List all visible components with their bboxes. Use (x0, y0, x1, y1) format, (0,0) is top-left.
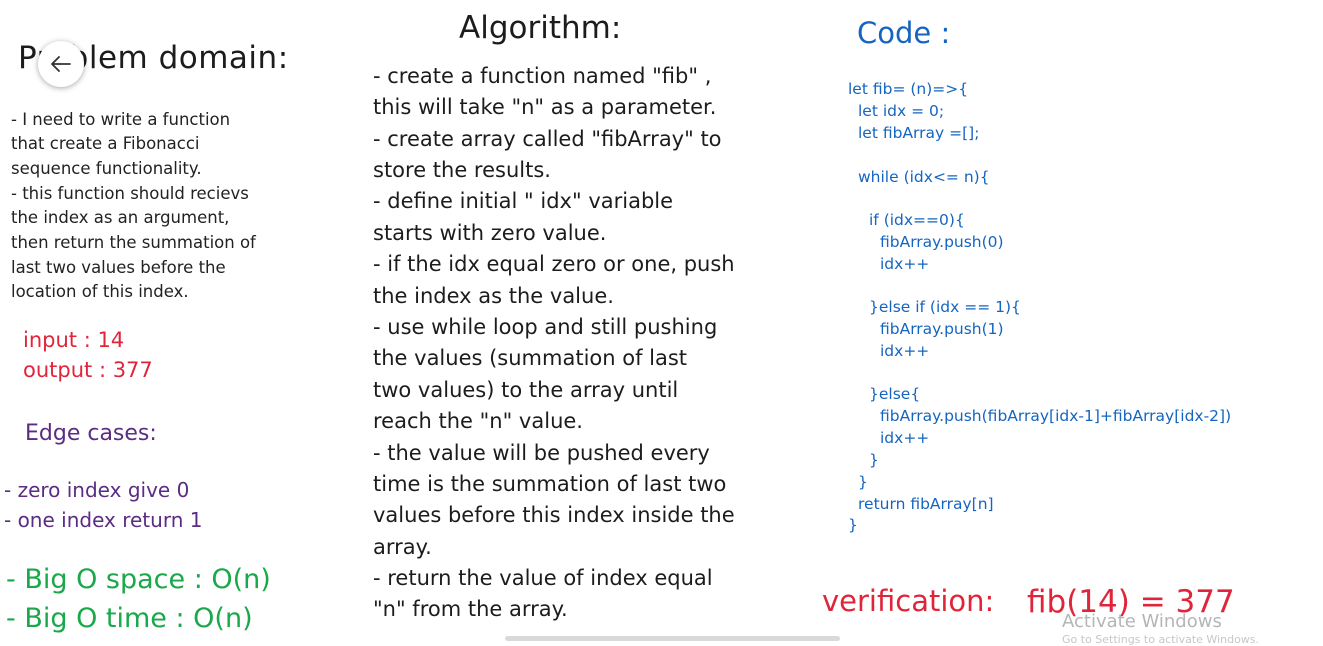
code-line: let fibArray =[]; (858, 124, 980, 142)
code-line: fibArray.push(1) (880, 320, 1004, 338)
problem-line: sequence functionality. (11, 159, 202, 178)
input-example: input : 14 (23, 328, 125, 352)
horizontal-scrollbar[interactable] (505, 636, 840, 641)
algorithm-line: array. (373, 535, 432, 559)
problem-line: last two values before the (11, 258, 226, 277)
output-example: output : 377 (23, 358, 153, 382)
edge-cases-title: Edge cases: (25, 421, 157, 446)
code-line: idx++ (880, 429, 930, 447)
edge-case-item: - one index return 1 (4, 508, 203, 532)
algorithm-line: two values) to the array until (373, 378, 679, 402)
problem-line: the index as an argument, (11, 208, 230, 227)
algorithm-line: this will take "n" as a parameter. (373, 95, 717, 119)
code-title: Code : (857, 16, 951, 50)
algorithm-line: - define initial " idx" variable (373, 189, 674, 213)
algorithm-title: Algorithm: (459, 10, 622, 46)
algorithm-line: time is the summation of last two (373, 472, 727, 496)
big-o-space: - Big O space : O(n) (6, 564, 271, 595)
algorithm-line: - create array called "fibArray" to (373, 127, 722, 151)
problem-line: location of this index. (11, 282, 189, 301)
edge-case-item: - zero index give 0 (4, 478, 190, 502)
algorithm-line: - if the idx equal zero or one, push (373, 252, 735, 276)
code-line: idx++ (880, 255, 930, 273)
code-line: } (858, 473, 868, 491)
code-line: let idx = 0; (858, 102, 945, 120)
back-button[interactable] (38, 41, 84, 87)
problem-line: - this function should recievs (11, 184, 249, 203)
activate-windows-subtitle: Go to Settings to activate Windows. (1062, 633, 1260, 646)
big-o-time: - Big O time : O(n) (6, 603, 253, 634)
algorithm-line: "n" from the array. (373, 597, 568, 621)
code-line: idx++ (880, 342, 930, 360)
algorithm-line: reach the "n" value. (373, 409, 583, 433)
code-line: fibArray.push(fibArray[idx-1]+fibArray[i… (880, 407, 1232, 425)
problem-line: - I need to write a function (11, 110, 231, 129)
code-line: while (idx<= n){ (858, 168, 990, 186)
code-line: if (idx==0){ (869, 211, 965, 229)
code-line: } (848, 516, 858, 534)
verification-label: verification: (822, 584, 995, 618)
algorithm-line: the index as the value. (373, 284, 614, 308)
problem-line: then return the summation of (11, 233, 256, 252)
code-line: }else{ (869, 385, 921, 403)
algorithm-line: starts with zero value. (373, 221, 607, 245)
algorithm-line: - return the value of index equal (373, 566, 713, 590)
problem-line: that create a Fibonacci (11, 134, 200, 153)
algorithm-line: - create a function named "fib" , (373, 64, 712, 88)
code-line: } (869, 451, 879, 469)
activate-windows-watermark: Activate Windows (1062, 611, 1222, 632)
code-line: return fibArray[n] (858, 495, 994, 513)
algorithm-line: - use while loop and still pushing (373, 315, 718, 339)
code-line: }else if (idx == 1){ (869, 298, 1021, 316)
algorithm-line: store the results. (373, 158, 551, 182)
algorithm-line: - the value will be pushed every (373, 441, 710, 465)
algorithm-line: the values (summation of last (373, 346, 688, 370)
arrow-left-icon (51, 56, 71, 72)
algorithm-line: values before this index inside the (373, 503, 735, 527)
code-line: fibArray.push(0) (880, 233, 1004, 251)
code-line: let fib= (n)=>{ (848, 80, 969, 98)
